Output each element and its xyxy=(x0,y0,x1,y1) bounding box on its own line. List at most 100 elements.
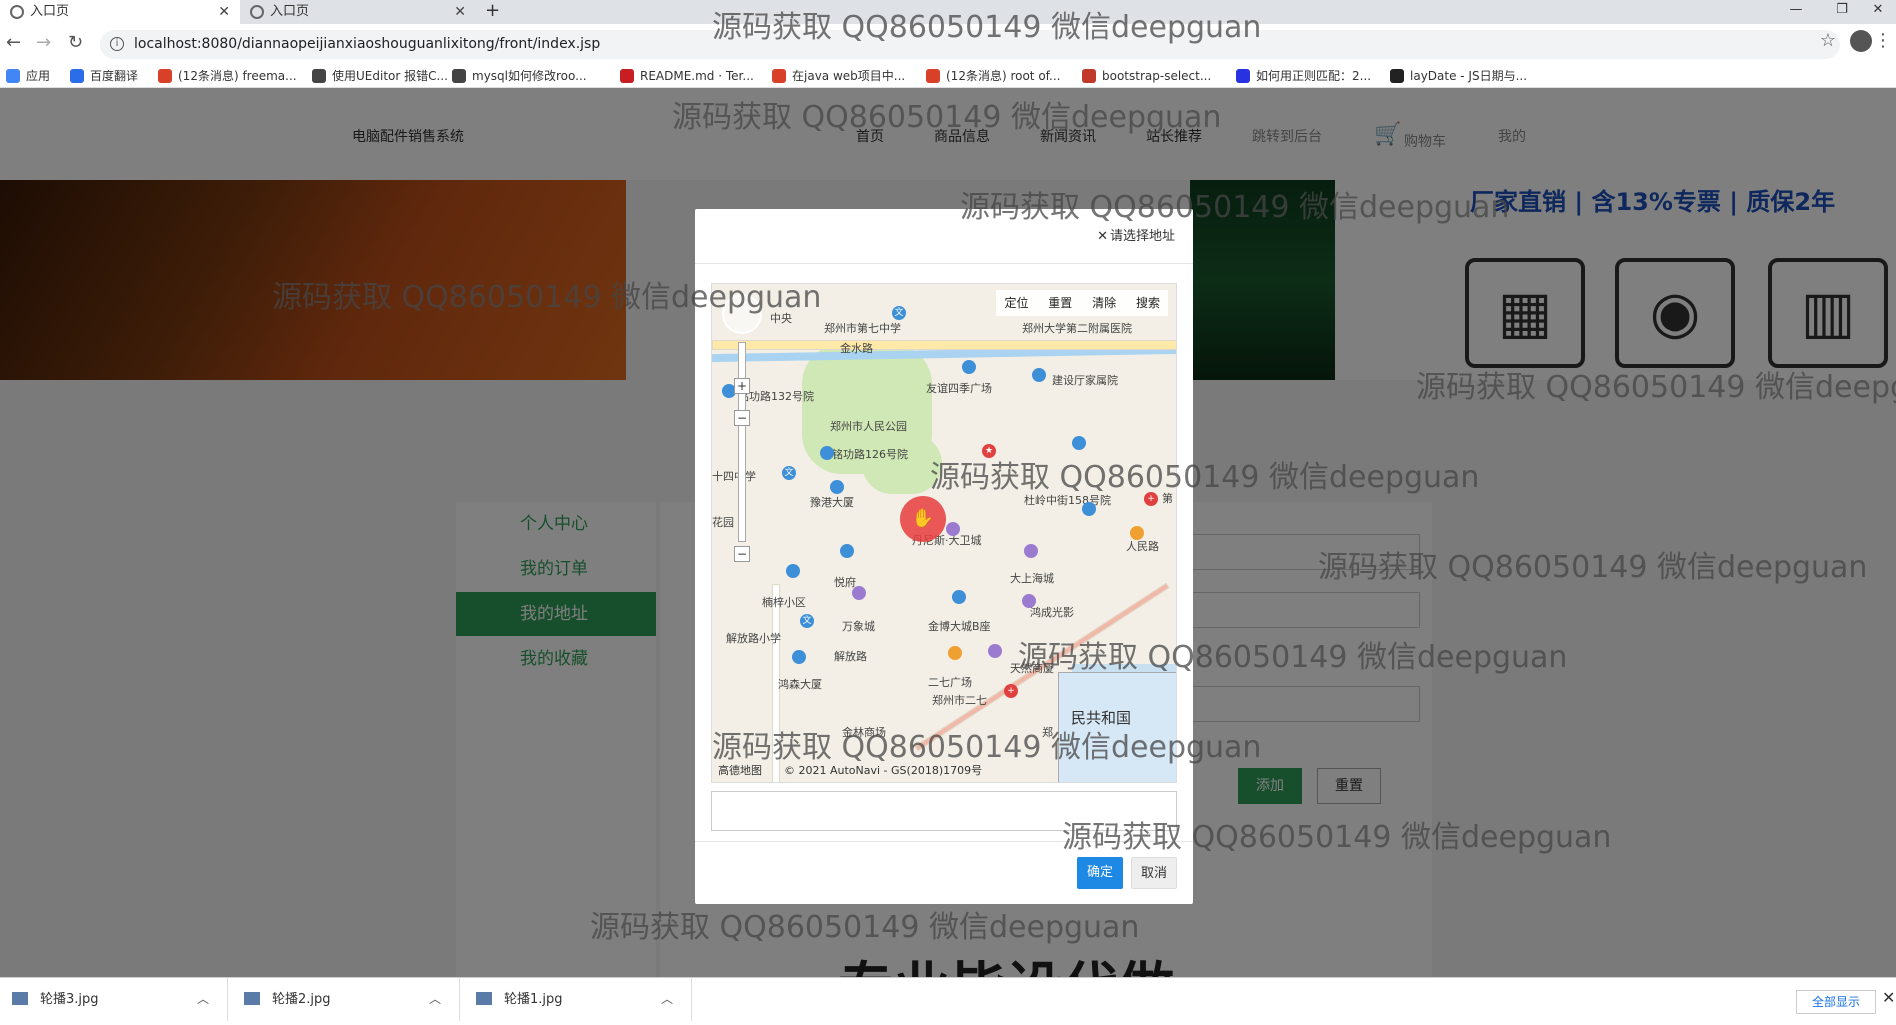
info-icon[interactable]: i xyxy=(110,37,124,51)
chevron-up-icon[interactable]: ︿ xyxy=(197,978,209,1021)
bookmark-item[interactable]: 如何用正则匹配：2... xyxy=(1236,68,1371,84)
zoom-slider[interactable] xyxy=(738,342,746,542)
location-marker-icon[interactable]: ✋ xyxy=(900,496,946,542)
bookmark-favicon-icon xyxy=(452,69,466,83)
minimize-icon[interactable]: — xyxy=(1778,0,1814,24)
restore-icon[interactable]: ❐ xyxy=(1824,0,1860,24)
chevron-up-icon[interactable]: ︿ xyxy=(661,978,673,1021)
zoom-out-icon[interactable]: − xyxy=(734,546,750,562)
bookmark-item[interactable]: 应用 xyxy=(6,68,50,84)
watermark: 源码获取 QQ86050149 微信deepguan xyxy=(712,730,1262,765)
map-place-label: 郑州市第七中学 xyxy=(824,322,901,335)
bookmark-label: layDate - JS日期与... xyxy=(1410,69,1528,83)
bookmark-item[interactable]: 百度翻译 xyxy=(70,68,138,84)
watermark: 源码获取 QQ86050149 微信deepguan xyxy=(1416,370,1896,405)
clear-button[interactable]: 清除 xyxy=(1084,290,1124,316)
zoom-out-icon[interactable]: − xyxy=(734,410,750,426)
chevron-up-icon[interactable]: ︿ xyxy=(429,978,441,1021)
map-place-label: 铭功路126号院 xyxy=(832,448,908,461)
globe-icon xyxy=(250,5,264,19)
cancel-button[interactable]: 取消 xyxy=(1131,857,1177,889)
close-tab-icon[interactable]: ✕ xyxy=(218,0,230,24)
bookmark-label: (12条消息) root of... xyxy=(946,69,1061,83)
watermark: 源码获取 QQ86050149 微信deepguan xyxy=(672,100,1222,135)
close-downloads-icon[interactable]: ✕ xyxy=(1882,988,1895,1007)
menu-icon[interactable]: ⋮ xyxy=(1874,30,1892,51)
map-view[interactable]: 中央 郑州市第七中学 金水路 郑州大学第二附属医院 友谊四季广场 建设厅家属院 铭功路132… xyxy=(711,283,1177,783)
confirm-button[interactable]: 确定 xyxy=(1077,857,1123,889)
forward-icon[interactable]: → xyxy=(36,32,51,53)
download-item[interactable]: 轮播2.jpg ︿ xyxy=(232,978,460,1021)
bookmark-item[interactable]: (12条消息) root of... xyxy=(926,68,1060,84)
poi-icon[interactable] xyxy=(948,646,962,660)
close-icon[interactable]: ✕ xyxy=(1097,229,1108,244)
reload-icon[interactable]: ↻ xyxy=(68,32,83,53)
bookmark-favicon-icon xyxy=(70,69,84,83)
close-window-icon[interactable]: ✕ xyxy=(1860,0,1896,24)
bookmark-favicon-icon xyxy=(1236,69,1250,83)
map-place-label: 豫港大厦 xyxy=(810,496,854,509)
bookmark-favicon-icon xyxy=(772,69,786,83)
school-poi-icon[interactable]: 文 xyxy=(800,614,814,628)
bookmark-label: 在java web项目中... xyxy=(792,69,906,83)
new-tab-icon[interactable]: + xyxy=(485,0,500,22)
browser-tab[interactable]: 入口页 ✕ xyxy=(240,0,476,24)
shopping-poi-icon[interactable] xyxy=(946,522,960,536)
bookmark-star-icon[interactable]: ☆ xyxy=(1820,30,1836,51)
map-place-label: 建设厅家属院 xyxy=(1052,374,1118,387)
image-file-icon xyxy=(244,992,260,1005)
download-item[interactable]: 轮播3.jpg ︿ xyxy=(0,978,228,1021)
zoom-in-icon[interactable]: + xyxy=(734,378,750,394)
shopping-poi-icon[interactable] xyxy=(1024,544,1038,558)
shopping-poi-icon[interactable] xyxy=(852,586,866,600)
road xyxy=(712,340,1176,350)
hospital-poi-icon[interactable]: + xyxy=(1004,684,1018,698)
poi-icon[interactable] xyxy=(1082,502,1096,516)
map-place-label: 人民路 xyxy=(1126,540,1159,553)
globe-icon xyxy=(10,5,24,19)
bookmark-item[interactable]: README.md · Ter... xyxy=(620,68,754,84)
bookmark-item[interactable]: 使用UEditor 报错C... xyxy=(312,68,448,84)
bookmark-item[interactable]: layDate - JS日期与... xyxy=(1390,68,1527,84)
poi-icon[interactable] xyxy=(820,446,834,460)
poi-icon[interactable] xyxy=(1130,526,1144,540)
dialog-title-text: 请选择地址 xyxy=(1109,229,1175,244)
show-all-downloads-button[interactable]: 全部显示 xyxy=(1796,990,1876,1014)
bookmark-label: mysql如何修改roo... xyxy=(472,69,587,83)
map-reset-button[interactable]: 重置 xyxy=(1040,290,1080,316)
browser-tab[interactable]: 入口页 ✕ xyxy=(0,0,240,24)
back-icon[interactable]: ← xyxy=(6,32,21,53)
school-poi-icon[interactable]: 文 xyxy=(892,306,906,320)
shopping-poi-icon[interactable] xyxy=(988,644,1002,658)
bookmark-item[interactable]: 在java web项目中... xyxy=(772,68,905,84)
watermark: 源码获取 QQ86050149 微信deepguan xyxy=(1018,640,1568,675)
bookmark-item[interactable]: (12条消息) freema... xyxy=(158,68,297,84)
watermark: 源码获取 QQ86050149 微信deepguan xyxy=(1062,820,1612,855)
map-place-label: 楠梓小区 xyxy=(762,596,806,609)
profile-icon[interactable] xyxy=(1850,30,1872,52)
bookmark-favicon-icon xyxy=(312,69,326,83)
poi-icon[interactable] xyxy=(792,650,806,664)
bookmark-item[interactable]: bootstrap-select... xyxy=(1082,68,1211,84)
map-place-label: 解放路 xyxy=(834,650,867,663)
poi-icon[interactable] xyxy=(786,564,800,578)
zoom-control: + − − xyxy=(722,294,762,562)
bookmark-item[interactable]: mysql如何修改roo... xyxy=(452,68,587,84)
close-tab-icon[interactable]: ✕ xyxy=(454,0,466,24)
download-item[interactable]: 轮播1.jpg ︿ xyxy=(464,978,692,1021)
map-place-label: 鸿成光影 xyxy=(1030,606,1074,619)
bookmark-favicon-icon xyxy=(1390,69,1404,83)
locate-button[interactable]: 定位 xyxy=(996,290,1036,316)
school-poi-icon[interactable]: 文 xyxy=(782,466,796,480)
poi-icon[interactable] xyxy=(1072,436,1086,450)
poi-icon[interactable] xyxy=(1032,368,1046,382)
watermark: 源码获取 QQ86050149 微信deepguan xyxy=(272,280,822,315)
bookmark-label: 百度翻译 xyxy=(90,69,139,83)
poi-icon[interactable] xyxy=(962,360,976,374)
shopping-poi-icon[interactable] xyxy=(1022,594,1036,608)
search-button[interactable]: 搜索 xyxy=(1128,290,1168,316)
map-toolbar: 定位 重置 清除 搜索 xyxy=(996,290,1168,316)
poi-icon[interactable] xyxy=(830,480,844,494)
poi-icon[interactable] xyxy=(840,544,854,558)
poi-icon[interactable] xyxy=(952,590,966,604)
